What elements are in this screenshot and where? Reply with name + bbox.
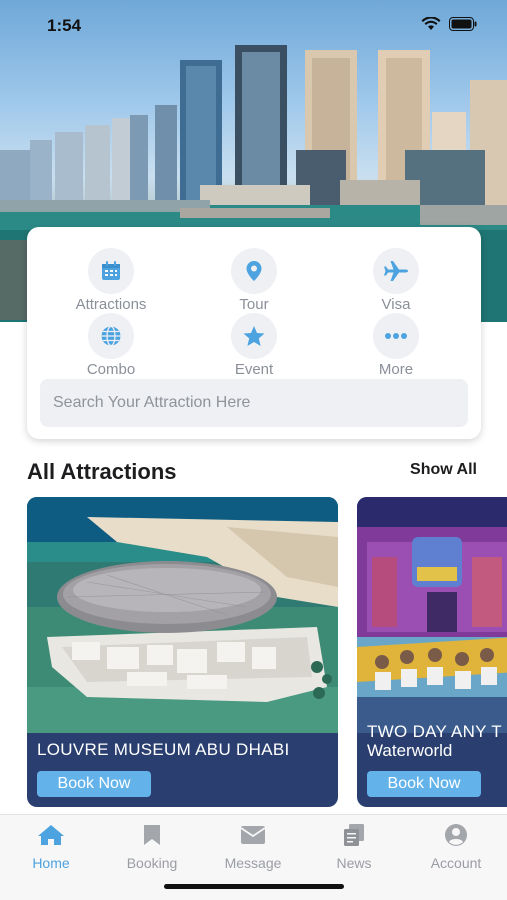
tab-message[interactable]: Message [208, 823, 298, 871]
category-label: Attractions [75, 296, 147, 313]
battery-icon [449, 17, 477, 31]
category-more[interactable]: More [341, 313, 451, 378]
category-visa[interactable]: Visa [341, 248, 451, 313]
envelope-icon [240, 826, 266, 844]
location-pin-icon [246, 261, 262, 281]
show-all-link[interactable]: Show All [410, 461, 477, 479]
status-icons [421, 17, 477, 31]
tab-label: Message [224, 855, 282, 871]
tab-account[interactable]: Account [411, 823, 501, 871]
status-bar: 1:54 [0, 0, 507, 54]
tab-news[interactable]: News [309, 823, 399, 871]
search-input[interactable] [40, 379, 468, 427]
attraction-image [27, 497, 338, 733]
category-combo[interactable]: Combo [56, 313, 166, 378]
globe-icon [101, 325, 121, 347]
calendar-icon-circle [88, 248, 134, 294]
louvre-museum-photo [27, 497, 338, 733]
book-now-button[interactable]: Book Now [37, 771, 151, 797]
attraction-name-line2: Waterworld [367, 741, 453, 760]
attraction-card[interactable]: LOUVRE MUSEUM ABU DHABI Book Now [27, 497, 338, 807]
category-label: Tour [239, 296, 269, 313]
documents-icon [344, 824, 364, 846]
attraction-card[interactable]: TWO DAY ANY T Waterworld Book Now [357, 497, 507, 807]
category-label: More [378, 361, 414, 378]
globe-icon-circle [88, 313, 134, 359]
tab-label: News [336, 855, 372, 871]
airplane-icon [384, 261, 408, 281]
attraction-image [357, 497, 507, 733]
category-label: Visa [381, 296, 411, 313]
home-icon [38, 825, 64, 845]
section-title: All Attractions [27, 459, 177, 484]
waterworld-photo [357, 497, 507, 733]
tab-booking[interactable]: Booking [107, 823, 197, 871]
home-indicator [164, 884, 344, 889]
more-dots-icon [385, 333, 407, 339]
tab-label: Account [430, 855, 482, 871]
calendar-icon [102, 261, 120, 280]
location-pin-icon-circle [231, 248, 277, 294]
wifi-icon [421, 17, 441, 30]
category-label: Combo [86, 361, 136, 378]
tab-home[interactable]: Home [6, 823, 96, 871]
attraction-name-line1: TWO DAY ANY T [367, 722, 502, 741]
bookmark-icon [144, 825, 160, 845]
category-tour[interactable]: Tour [199, 248, 309, 313]
more-dots-icon-circle [373, 313, 419, 359]
status-time: 1:54 [47, 16, 82, 35]
star-icon-circle [231, 313, 277, 359]
attraction-name: LOUVRE MUSEUM ABU DHABI [37, 740, 290, 759]
category-attractions[interactable]: Attractions [56, 248, 166, 313]
category-card: Attractions Tour Visa Combo Event More S… [27, 227, 481, 439]
user-circle-icon [445, 824, 467, 846]
book-now-button[interactable]: Book Now [367, 771, 481, 797]
category-label: Event [234, 361, 274, 378]
airplane-icon-circle [373, 248, 419, 294]
star-icon [243, 326, 265, 346]
tab-label: Home [32, 855, 70, 871]
tab-label: Booking [126, 855, 178, 871]
category-event[interactable]: Event [199, 313, 309, 378]
